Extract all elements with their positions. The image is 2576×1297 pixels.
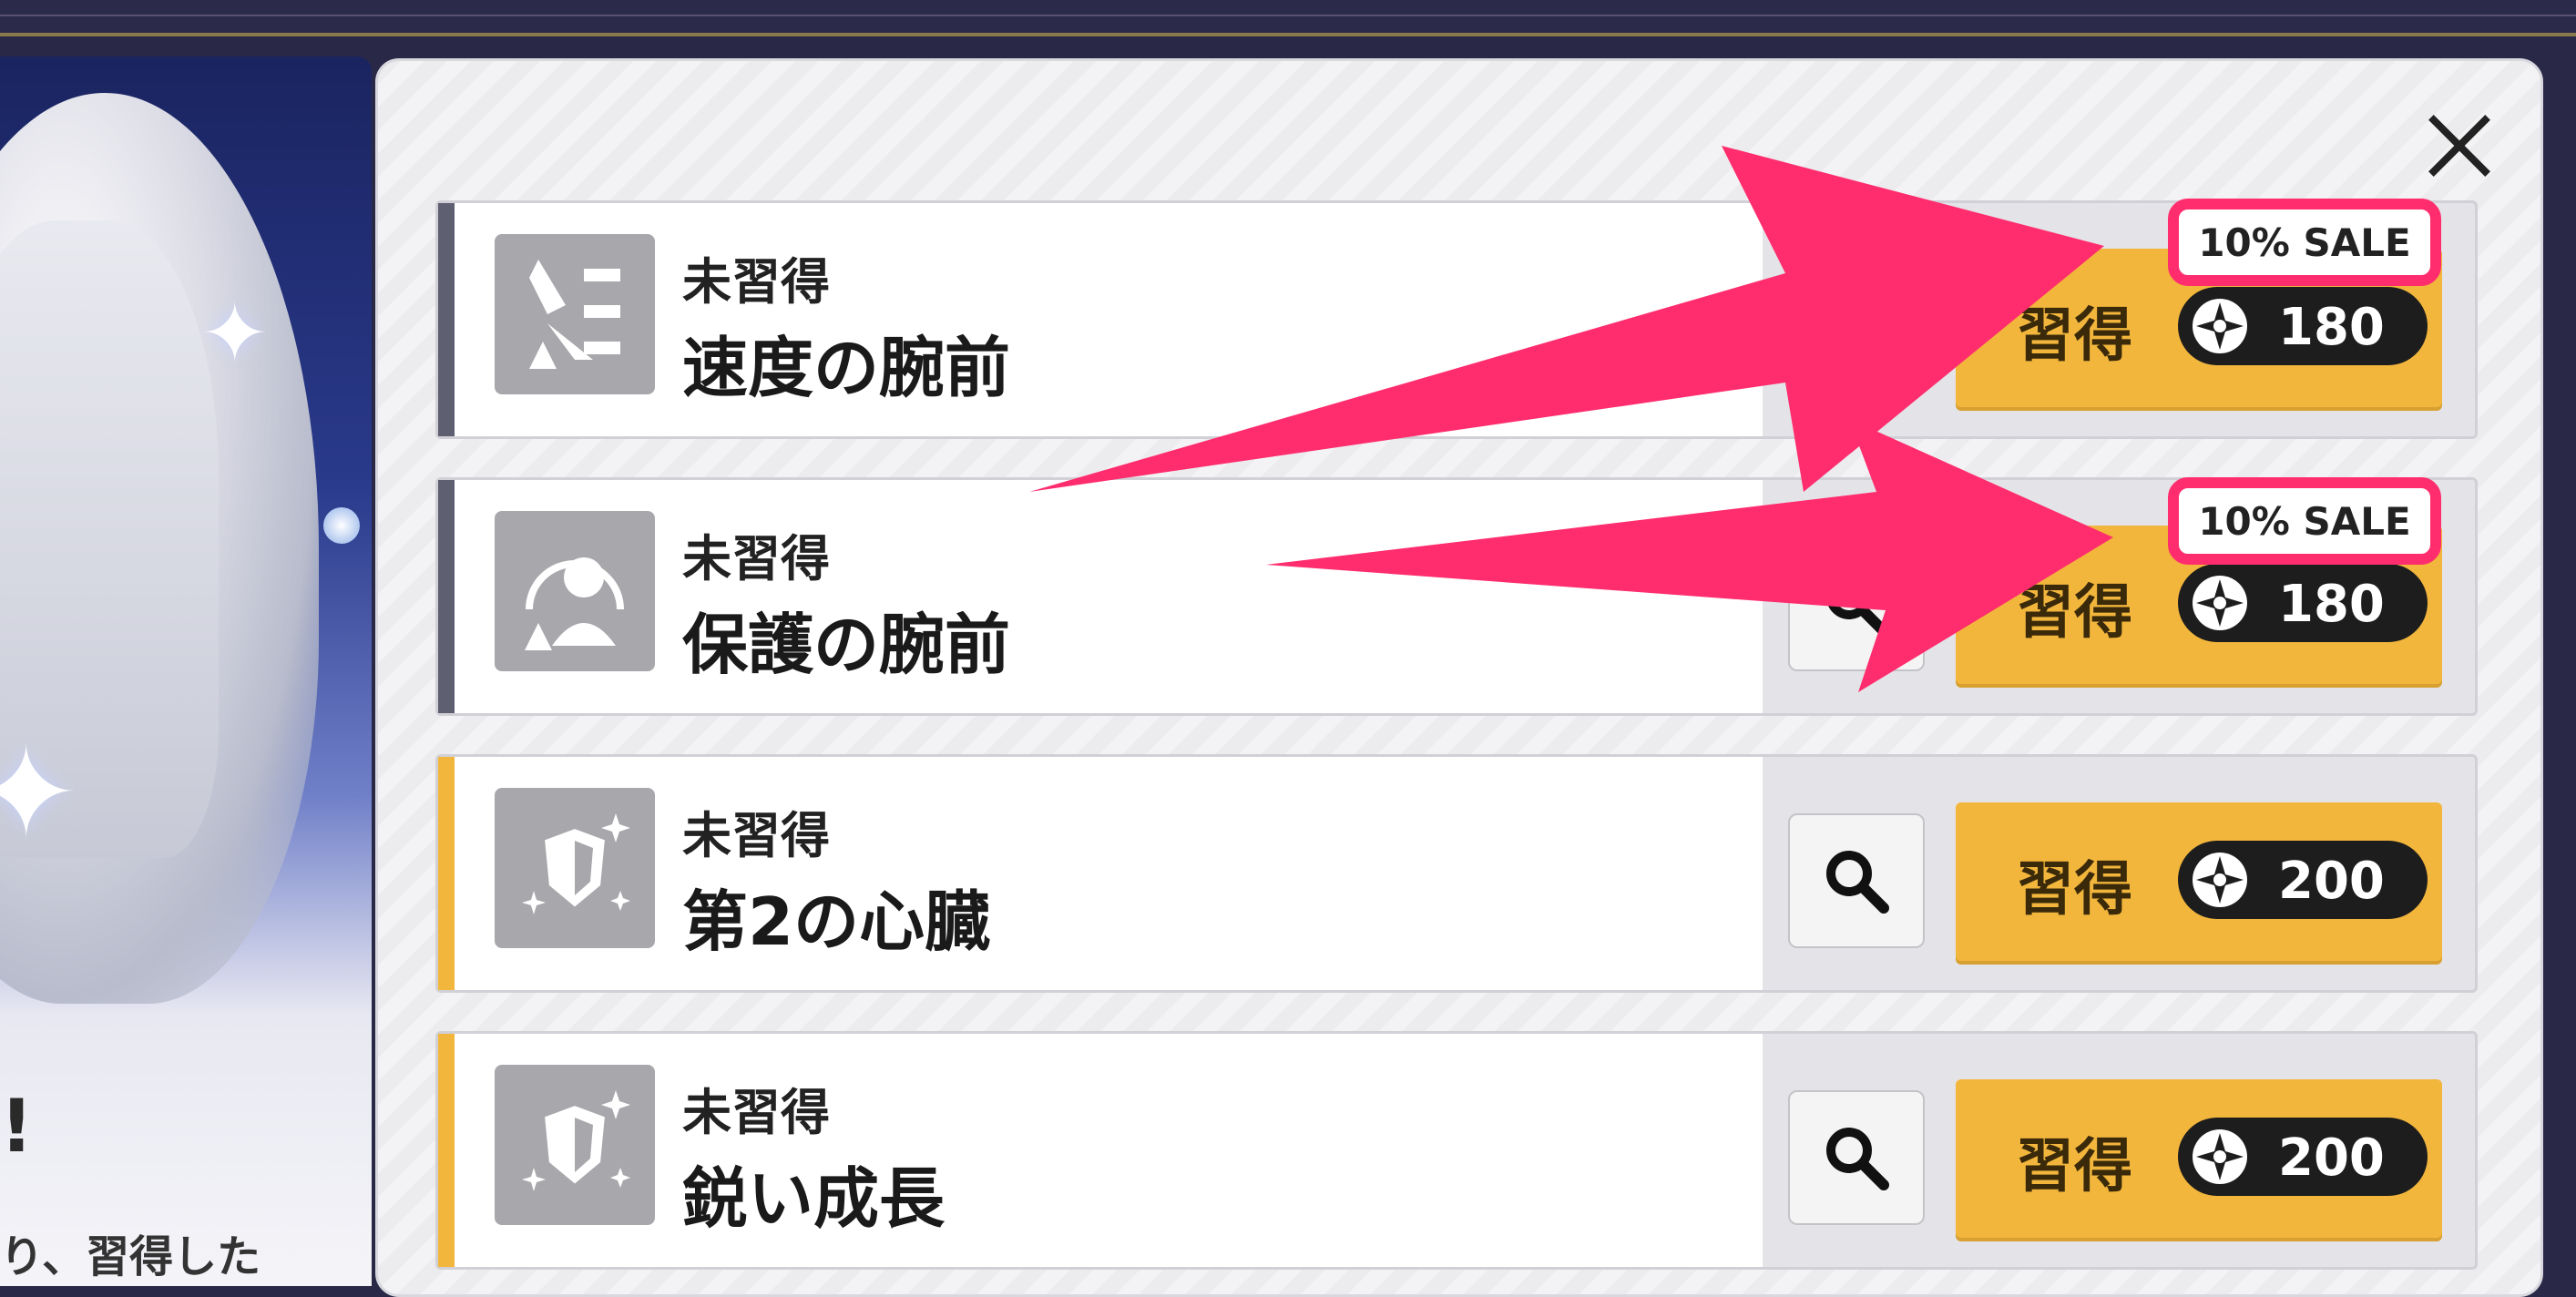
learn-label: 習得 (2016, 1133, 2132, 1200)
skill-name: 保護の腕前 (682, 607, 1011, 683)
row-accent (438, 1034, 455, 1267)
skill-status: 未習得 (682, 1084, 830, 1141)
skill-status: 未習得 (682, 807, 830, 864)
close-icon[interactable] (2423, 109, 2496, 182)
compass-currency-icon (2193, 299, 2247, 353)
compass-currency-icon (2193, 576, 2247, 630)
sword-speed-icon (495, 234, 655, 394)
sale-badge: 10% SALE (2168, 477, 2441, 565)
skill-name: 速度の腕前 (682, 330, 1011, 406)
cost-value: 200 (2278, 852, 2385, 911)
learn-label: 習得 (2016, 856, 2132, 924)
left-heading-fragment: ! (0, 1084, 34, 1169)
skill-name: 第2の心臓 (682, 883, 991, 960)
row-accent (438, 757, 455, 990)
cost-pill: 200 (2178, 841, 2428, 919)
skill-row: 未習得 第2の心臓 習得 200 (435, 754, 2478, 993)
top-divider (0, 15, 2576, 16)
shield-sparkle-icon (495, 1065, 655, 1225)
sparkle-icon: ✦ (200, 286, 270, 382)
search-icon (1826, 851, 1889, 914)
search-button[interactable] (1788, 536, 1925, 671)
search-icon (1826, 1128, 1889, 1190)
search-button[interactable] (1788, 1090, 1925, 1225)
shield-sparkle-icon (495, 788, 655, 948)
cost-pill: 200 (2178, 1118, 2428, 1196)
cost-value: 180 (2278, 298, 2385, 357)
compass-currency-icon (2193, 1129, 2247, 1184)
skill-status: 未習得 (682, 253, 830, 311)
guardian-person-icon (495, 511, 655, 671)
search-button[interactable] (1788, 260, 1925, 394)
row-accent (438, 480, 455, 713)
learn-label: 習得 (2016, 579, 2132, 647)
search-icon (1826, 574, 1889, 637)
compass-currency-icon (2193, 853, 2247, 907)
cost-value: 180 (2278, 575, 2385, 634)
cost-pill: 180 (2178, 287, 2428, 365)
left-description-fragment: り、習得した (0, 1231, 261, 1282)
skill-name: 鋭い成長 (682, 1160, 946, 1237)
skill-row: 未習得 鋭い成長 習得 200 (435, 1031, 2478, 1270)
learn-button[interactable]: 習得 200 (1956, 1079, 2442, 1238)
skill-status: 未習得 (682, 530, 830, 587)
cost-pill: 180 (2178, 564, 2428, 642)
learn-label: 習得 (2016, 302, 2132, 370)
search-icon (1826, 297, 1889, 360)
top-bar (0, 0, 2576, 36)
character-artwork: ✦ ✦ (0, 56, 372, 1286)
row-accent (438, 203, 455, 436)
sparkle-icon: ✦ (0, 720, 80, 868)
search-button[interactable] (1788, 813, 1925, 948)
learn-button[interactable]: 習得 200 (1956, 802, 2442, 961)
orb (323, 507, 360, 544)
sale-badge: 10% SALE (2168, 199, 2441, 286)
cost-value: 200 (2278, 1128, 2385, 1188)
